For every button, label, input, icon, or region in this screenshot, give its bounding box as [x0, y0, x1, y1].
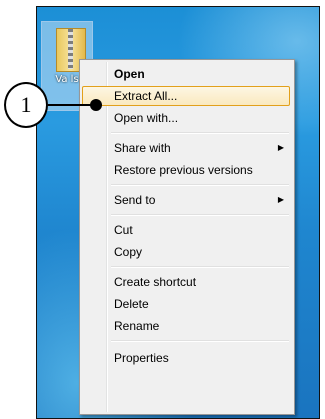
menu-item-send-to[interactable]: Send to ▶ — [82, 190, 290, 210]
menu-item-delete[interactable]: Delete — [82, 294, 290, 314]
menu-item-restore-previous-versions[interactable]: Restore previous versions — [82, 160, 290, 180]
submenu-arrow-icon: ▶ — [277, 143, 284, 152]
menu-item-send-to-label: Send to — [114, 193, 156, 207]
menu-item-copy[interactable]: Copy — [82, 242, 290, 262]
menu-item-cut[interactable]: Cut — [82, 220, 290, 240]
menu-item-share-with[interactable]: Share with ▶ — [82, 138, 290, 158]
callout-number-badge: 1 — [4, 82, 48, 128]
menu-item-create-shortcut[interactable]: Create shortcut — [82, 272, 290, 292]
menu-item-rename[interactable]: Rename — [82, 316, 290, 336]
menu-item-properties[interactable]: Properties — [82, 348, 290, 368]
menu-separator — [111, 184, 289, 186]
submenu-arrow-icon: ▶ — [277, 195, 284, 204]
menu-separator — [111, 132, 289, 134]
menu-item-open[interactable]: Open — [82, 64, 290, 84]
callout-pointer-line — [48, 104, 94, 106]
menu-item-share-with-label: Share with — [114, 141, 171, 155]
callout-pointer-dot — [90, 99, 102, 111]
menu-separator — [111, 214, 289, 216]
menu-item-open-with[interactable]: Open with... — [82, 108, 290, 128]
menu-item-extract-all[interactable]: Extract All... — [82, 86, 290, 106]
menu-separator — [111, 340, 289, 342]
menu-separator — [111, 266, 289, 268]
context-menu: Open Extract All... Open with... Share w… — [79, 59, 295, 415]
